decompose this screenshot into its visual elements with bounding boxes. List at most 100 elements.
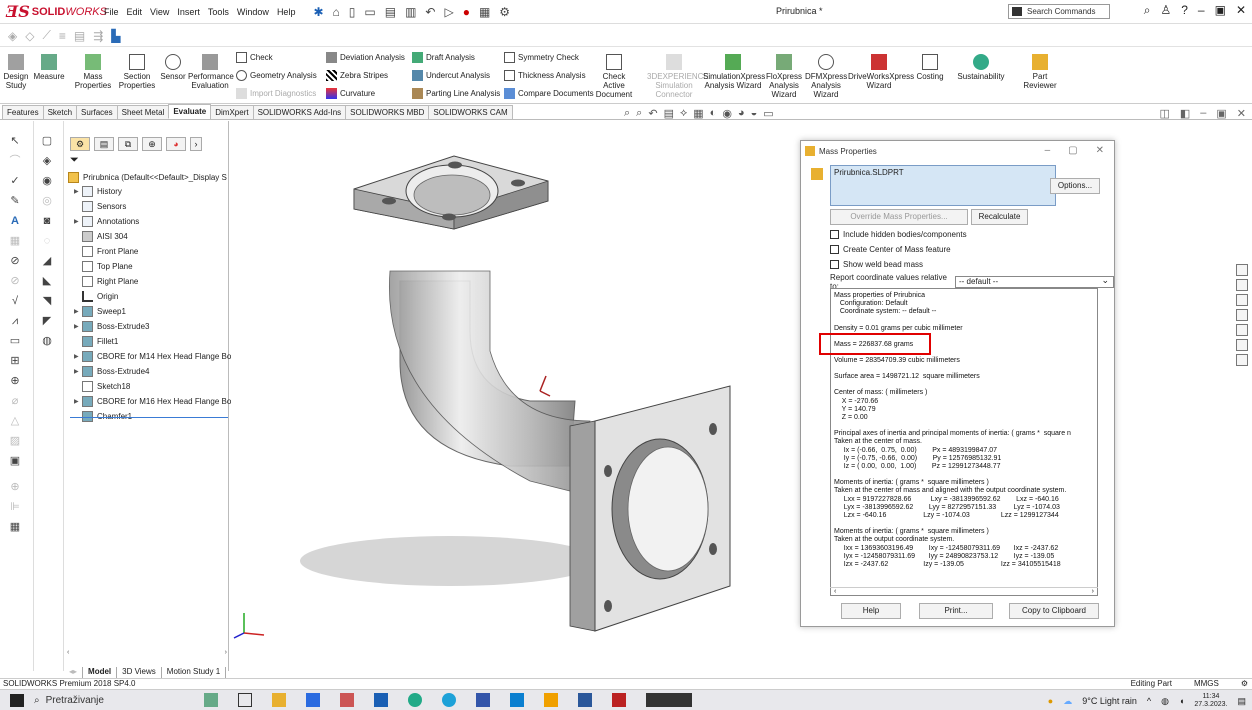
- scroll-left-icon[interactable]: ‹: [834, 588, 836, 597]
- part-icon[interactable]: ◈: [40, 155, 54, 168]
- feature-manager-tab-icon[interactable]: ⚙: [70, 137, 90, 151]
- windows-start-icon[interactable]: [10, 693, 24, 707]
- options-gear-icon[interactable]: ⚙: [499, 5, 510, 19]
- menu-edit[interactable]: Edit: [127, 7, 143, 17]
- balloon-icon[interactable]: ⊘: [8, 255, 22, 268]
- tree-item-cbore-m16[interactable]: ▶ CBORE for M16 Hex Head Flange Bo: [74, 396, 231, 407]
- filter-icon[interactable]: ⏷: [70, 154, 79, 167]
- toolbar-icon[interactable]: ≡: [59, 29, 66, 43]
- tree-item-origin[interactable]: Origin: [74, 291, 118, 302]
- line-tool-icon[interactable]: ↖: [8, 135, 22, 148]
- browser-icon[interactable]: [442, 693, 456, 707]
- display-style-icon[interactable]: ◐: [710, 107, 717, 120]
- property-manager-tab-icon[interactable]: ▤: [94, 137, 114, 151]
- custom-properties-icon[interactable]: [1236, 339, 1248, 351]
- tree-item-cbore-m14[interactable]: ▶ CBORE for M14 Hex Head Flange Bo: [74, 351, 231, 362]
- notifications-icon[interactable]: ▤: [1237, 696, 1246, 707]
- new-icon[interactable]: ▯: [349, 5, 356, 19]
- fillet-icon[interactable]: ◥: [40, 295, 54, 308]
- minimize-icon[interactable]: ‒: [1198, 3, 1205, 18]
- tab-model[interactable]: Model: [83, 667, 118, 678]
- tray-chevron-icon[interactable]: ^: [1147, 696, 1151, 706]
- appearance-icon[interactable]: ◕: [738, 107, 745, 120]
- copy-to-clipboard-button[interactable]: Copy to Clipboard: [1009, 603, 1099, 619]
- restore-icon[interactable]: ▣: [1215, 3, 1226, 18]
- home-icon[interactable]: ⌂: [333, 5, 340, 19]
- tab-sketch[interactable]: Sketch: [42, 105, 78, 119]
- taskbar-app-group[interactable]: [646, 693, 692, 707]
- section-properties-button[interactable]: Section Properties: [115, 54, 159, 90]
- thickness-analysis-button[interactable]: Thickness Analysis: [504, 70, 586, 81]
- zoom-to-fit-icon[interactable]: ⌕: [624, 107, 630, 120]
- solidworks-taskbar-icon[interactable]: [612, 693, 626, 707]
- menu-help[interactable]: Help: [277, 7, 296, 17]
- section-view-icon[interactable]: ▤: [664, 107, 674, 120]
- settings-icon[interactable]: ⚙: [1241, 679, 1248, 688]
- dimxpert-manager-tab-icon[interactable]: ⊕: [142, 137, 162, 151]
- search-icon[interactable]: ⌕: [1144, 3, 1151, 18]
- units-selector[interactable]: MMGS: [1194, 679, 1219, 688]
- open-icon[interactable]: ▭: [364, 5, 375, 19]
- parting-line-analysis-button[interactable]: Parting Line Analysis: [412, 88, 500, 99]
- geometric-tolerance-icon[interactable]: ⊞: [8, 355, 22, 368]
- floxpress-button[interactable]: FloXpress Analysis Wizard: [764, 54, 804, 99]
- tab-sheet-metal[interactable]: Sheet Metal: [116, 105, 170, 119]
- file-properties-icon[interactable]: ▦: [479, 5, 490, 19]
- deviation-analysis-button[interactable]: Deviation Analysis: [326, 52, 405, 63]
- tree-item-top-plane[interactable]: Top Plane: [74, 261, 133, 272]
- user-icon[interactable]: ♙: [1160, 3, 1171, 18]
- tree-item-sweep1[interactable]: ▶ Sweep1: [74, 306, 126, 317]
- zoom-area-icon[interactable]: ⌕: [636, 107, 642, 120]
- toolbar-icon[interactable]: ▙: [111, 29, 120, 43]
- undo-icon[interactable]: ↶: [425, 5, 435, 19]
- tree-item-boss-extrude4[interactable]: ▶ Boss-Extrude4: [74, 366, 149, 377]
- undercut-analysis-button[interactable]: Undercut Analysis: [412, 70, 490, 81]
- show-weld-bead-checkbox[interactable]: Show weld bead mass: [830, 260, 923, 269]
- design-study-button[interactable]: Design Study: [2, 54, 30, 90]
- measure-button[interactable]: Measure: [33, 54, 65, 81]
- block-icon[interactable]: ▣: [8, 455, 22, 468]
- taskbar-search[interactable]: ⌕ Pretraživanje: [34, 695, 160, 706]
- tree-item-front-plane[interactable]: Front Plane: [74, 246, 138, 257]
- close-doc-icon[interactable]: ✕: [1237, 107, 1246, 120]
- sketch-edit-icon[interactable]: ✎: [8, 195, 22, 208]
- tree-item-annotations[interactable]: ▶ Annotations: [74, 216, 139, 227]
- clock[interactable]: 11:34 27.3.2023.: [1194, 693, 1227, 709]
- tree-root[interactable]: Prirubnica (Default<<Default>_Display S: [68, 172, 227, 183]
- tab-solidworks-addins[interactable]: SOLIDWORKS Add-Ins: [252, 105, 347, 119]
- check-active-document-button[interactable]: Check Active Document: [592, 54, 636, 99]
- edge-icon[interactable]: [408, 693, 422, 707]
- dialog-maximize-icon[interactable]: ▢: [1068, 145, 1077, 156]
- dialog-minimize-icon[interactable]: ‒: [1045, 145, 1051, 156]
- pin-icon[interactable]: ✱: [313, 5, 323, 19]
- toolbar-icon[interactable]: ⟋: [42, 28, 50, 43]
- costing-button[interactable]: Costing: [912, 54, 948, 81]
- solidworks-resources-icon[interactable]: [1236, 264, 1248, 276]
- teams-icon[interactable]: [306, 693, 320, 707]
- area-hatch-icon[interactable]: ▨: [8, 435, 22, 448]
- tile-icon[interactable]: ◫: [1159, 107, 1169, 120]
- scroll-left-icon[interactable]: ‹: [67, 649, 69, 659]
- select-icon[interactable]: ▷: [444, 5, 453, 19]
- revision-icon[interactable]: △: [8, 415, 22, 428]
- app-icon[interactable]: [476, 693, 490, 707]
- tab-evaluate[interactable]: Evaluate: [168, 104, 212, 119]
- table-icon[interactable]: ▦: [8, 521, 22, 534]
- tree-horizontal-scrollbar[interactable]: ‹ ›: [67, 649, 227, 659]
- help-tray-icon[interactable]: ●: [1048, 696, 1053, 706]
- draft-analysis-button[interactable]: Draft Analysis: [412, 52, 475, 63]
- toolbar-icon[interactable]: ◈: [8, 29, 17, 43]
- tree-item-material[interactable]: AISI 304: [74, 231, 128, 242]
- tab-surfaces[interactable]: Surfaces: [76, 105, 118, 119]
- arc-tool-icon[interactable]: ⌒: [8, 155, 22, 168]
- menu-file[interactable]: File: [104, 7, 119, 17]
- tree-item-sensors[interactable]: Sensors: [74, 201, 126, 212]
- scene-icon[interactable]: ◒: [751, 107, 758, 120]
- save-icon[interactable]: ▤: [385, 5, 396, 19]
- scroll-tabs-icon[interactable]: ◂▸: [64, 667, 84, 678]
- create-com-checkbox[interactable]: Create Center of Mass feature: [830, 245, 951, 254]
- tab-features[interactable]: Features: [2, 105, 44, 119]
- tree-item-sketch18[interactable]: Sketch18: [74, 381, 130, 392]
- tab-motion-study[interactable]: Motion Study 1: [162, 667, 227, 678]
- drawing-icon[interactable]: ◎: [40, 195, 54, 208]
